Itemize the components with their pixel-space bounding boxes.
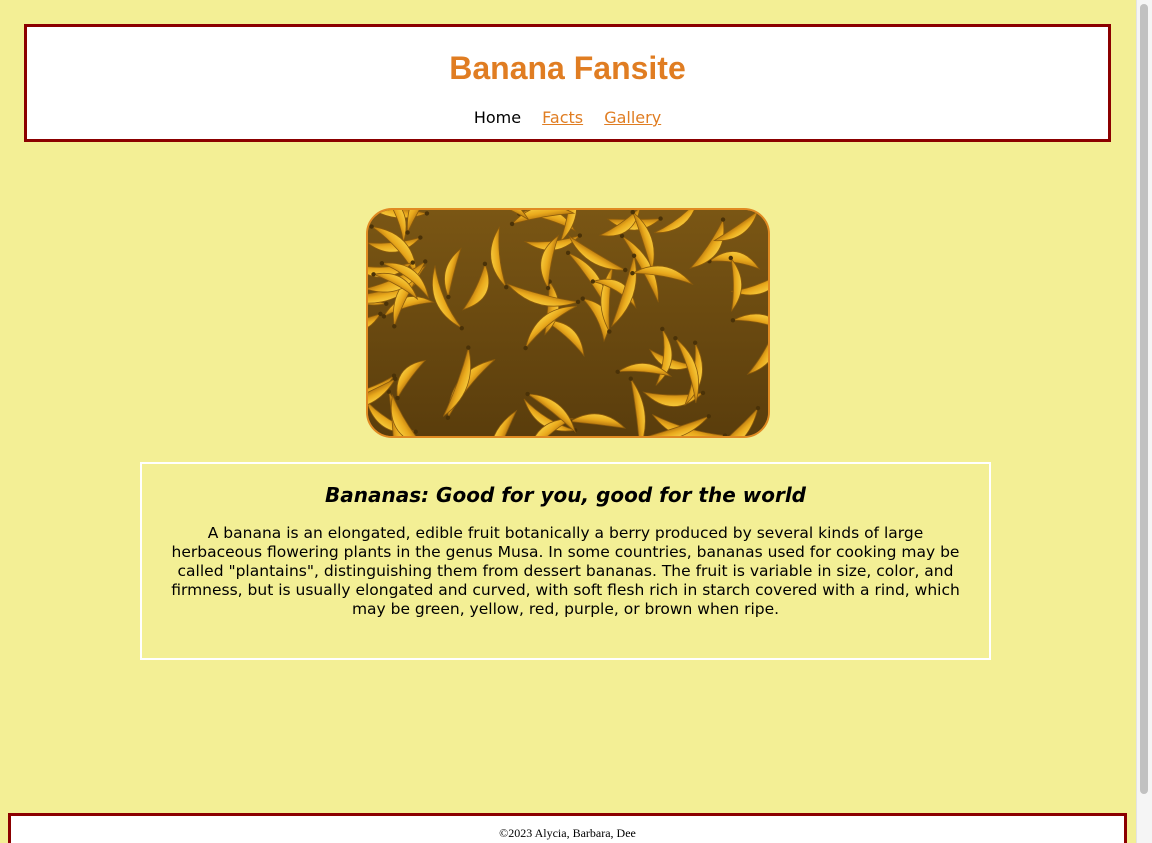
site-title: Banana Fansite [449, 50, 686, 86]
vertical-scrollbar[interactable] [1136, 0, 1152, 843]
copyright-text: ©2023 Alycia, Barbara, Dee [499, 826, 636, 840]
bananas-hero-image [366, 208, 770, 438]
nav-link-home[interactable]: Home [474, 107, 521, 129]
article-card: Bananas: Good for you, good for the worl… [140, 462, 991, 660]
bananas-photo [368, 210, 768, 436]
scrollbar-thumb[interactable] [1140, 4, 1148, 794]
main-nav: Home Facts Gallery [27, 107, 1108, 129]
nav-link-facts[interactable]: Facts [542, 107, 583, 129]
site-footer: ©2023 Alycia, Barbara, Dee [8, 813, 1127, 843]
site-header: Banana Fansite Home Facts Gallery [24, 24, 1111, 142]
article-body: A banana is an elongated, edible fruit b… [171, 524, 960, 618]
nav-link-gallery[interactable]: Gallery [604, 107, 661, 129]
article-heading: Bananas: Good for you, good for the worl… [324, 483, 806, 507]
